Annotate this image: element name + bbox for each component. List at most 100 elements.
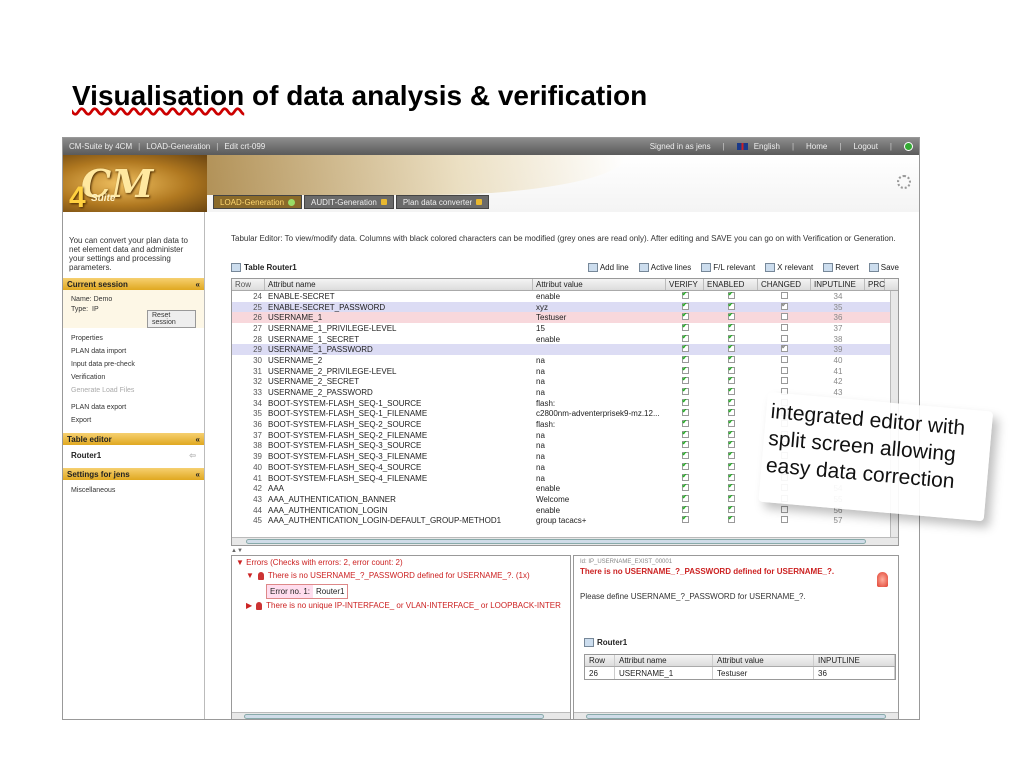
- cell-attribut-value[interactable]: Testuser: [533, 313, 666, 322]
- cell-verify[interactable]: [666, 345, 704, 354]
- cell-attribut-name[interactable]: BOOT-SYSTEM-FLASH_SEQ-2_FILENAME: [265, 431, 533, 440]
- active-lines-button[interactable]: Active lines: [638, 262, 691, 272]
- cell-attribut-name[interactable]: BOOT-SYSTEM-FLASH_SEQ-3_SOURCE: [265, 441, 533, 450]
- nav-properties[interactable]: Properties: [71, 332, 196, 345]
- enabled-checkbox[interactable]: [727, 323, 735, 331]
- cell-verify[interactable]: [666, 473, 704, 483]
- enabled-checkbox[interactable]: [727, 291, 735, 299]
- enabled-checkbox[interactable]: [727, 462, 735, 470]
- cell-verify[interactable]: [666, 409, 704, 418]
- cell-enabled[interactable]: [704, 334, 758, 344]
- cell-attribut-value[interactable]: c2800nm-adventerprisek9-mz.12...: [533, 409, 666, 418]
- nav-export[interactable]: Export: [71, 414, 196, 427]
- error-item-1[interactable]: ▼ There is no USERNAME_?_PASSWORD defined…: [232, 569, 570, 582]
- cell-attribut-name[interactable]: USERNAME_2_SECRET: [265, 377, 533, 386]
- cell-enabled[interactable]: [704, 430, 758, 440]
- cell-attribut-name[interactable]: USERNAME_2_PASSWORD: [265, 388, 533, 397]
- col-inputline[interactable]: INPUTLINE: [814, 655, 895, 666]
- cell-enabled[interactable]: [704, 388, 758, 397]
- scroll-thumb[interactable]: [586, 714, 886, 719]
- cell-attribut-name[interactable]: AAA_AUTHENTICATION_LOGIN: [265, 506, 533, 515]
- changed-checkbox[interactable]: [781, 323, 788, 331]
- nav-verification[interactable]: Verification: [71, 371, 196, 384]
- verify-checkbox[interactable]: [681, 398, 689, 406]
- verify-checkbox[interactable]: [681, 452, 689, 460]
- verify-checkbox[interactable]: [681, 388, 689, 396]
- col-enabled[interactable]: ENABLED: [704, 279, 758, 290]
- cell-attribut-value[interactable]: enable: [533, 484, 666, 493]
- arrow-left-icon[interactable]: ⇦: [189, 451, 196, 460]
- verify-checkbox[interactable]: [681, 291, 689, 299]
- cell-attribut-value[interactable]: na: [533, 388, 666, 397]
- cell-attribut-value[interactable]: na: [533, 367, 666, 376]
- reset-session-button[interactable]: Reset session: [147, 310, 196, 328]
- collapse-arrow-icon[interactable]: ▶: [246, 601, 252, 610]
- cell-verify[interactable]: [666, 494, 704, 504]
- enabled-checkbox[interactable]: [727, 430, 735, 438]
- enabled-checkbox[interactable]: [727, 452, 735, 460]
- cell-changed[interactable]: [758, 313, 811, 322]
- verify-checkbox[interactable]: [681, 441, 689, 449]
- changed-checkbox[interactable]: [781, 505, 788, 513]
- col-prc[interactable]: PRC: [865, 279, 885, 290]
- cell-verify[interactable]: [666, 516, 704, 525]
- cell-attribut-name[interactable]: BOOT-SYSTEM-FLASH_SEQ-1_FILENAME: [265, 409, 533, 418]
- cell-attribut-value[interactable]: enable: [533, 506, 666, 515]
- cell-changed[interactable]: [758, 366, 811, 376]
- cell-enabled[interactable]: [704, 345, 758, 354]
- cell-verify[interactable]: [666, 441, 704, 450]
- cell-enabled[interactable]: [704, 516, 758, 525]
- fl-relevant-button[interactable]: F/L relevant: [701, 262, 755, 272]
- detail-table-row[interactable]: 26 USERNAME_1 Testuser 36: [585, 667, 895, 679]
- table-row[interactable]: 30USERNAME_2na 40: [232, 355, 898, 366]
- verify-checkbox[interactable]: [681, 377, 689, 385]
- cell-enabled[interactable]: [704, 484, 758, 493]
- cell-enabled[interactable]: [704, 462, 758, 472]
- col-attribut-name[interactable]: Attribut name: [265, 279, 533, 290]
- table-row[interactable]: 44AAA_AUTHENTICATION_LOGINenable56: [232, 505, 898, 516]
- enabled-checkbox[interactable]: [727, 484, 735, 492]
- cell-enabled[interactable]: [704, 420, 758, 429]
- cell-attribut-value[interactable]: na: [533, 431, 666, 440]
- col-attribut-value[interactable]: Attribut value: [713, 655, 814, 666]
- cell-attribut-value[interactable]: na: [533, 441, 666, 450]
- cell-attribut-value[interactable]: flash:: [533, 420, 666, 429]
- errors-horizontal-scrollbar[interactable]: [232, 712, 570, 719]
- revert-button[interactable]: Revert: [823, 262, 859, 272]
- cell-verify[interactable]: [666, 313, 704, 322]
- verify-checkbox[interactable]: [681, 484, 689, 492]
- cell-enabled[interactable]: [704, 291, 758, 301]
- changed-checkbox[interactable]: [781, 516, 788, 524]
- cell-verify[interactable]: [666, 505, 704, 515]
- cell-enabled[interactable]: [704, 441, 758, 450]
- topbar-edit[interactable]: Edit crt-099: [224, 142, 265, 151]
- cell-verify[interactable]: [666, 388, 704, 397]
- col-row[interactable]: Row: [585, 655, 615, 666]
- enabled-checkbox[interactable]: [727, 366, 735, 374]
- enabled-checkbox[interactable]: [727, 441, 735, 449]
- error-item-2[interactable]: ▶ There is no unique IP-INTERFACE_ or VLA…: [232, 599, 570, 612]
- table-row[interactable]: 27USERNAME_1_PRIVILEGE-LEVEL15 37: [232, 323, 898, 334]
- cell-attribut-name[interactable]: USERNAME_1_PRIVILEGE-LEVEL: [265, 324, 533, 333]
- verify-checkbox[interactable]: [681, 334, 689, 342]
- changed-checkbox[interactable]: [781, 291, 788, 299]
- topbar-load-generation[interactable]: LOAD-Generation: [146, 142, 210, 151]
- cell-attribut-name[interactable]: USERNAME_1_SECRET: [265, 335, 533, 344]
- changed-checkbox[interactable]: [781, 377, 788, 385]
- cell-changed[interactable]: [758, 505, 811, 515]
- enabled-checkbox[interactable]: [727, 494, 735, 502]
- home-link[interactable]: Home: [806, 142, 827, 151]
- tab-load-generation[interactable]: LOAD-Generation: [213, 195, 303, 209]
- col-attribut-name[interactable]: Attribut name: [615, 655, 713, 666]
- table-row[interactable]: 45 AAA_AUTHENTICATION_LOGIN-DEFAULT_GROUP…: [232, 515, 898, 526]
- errors-header[interactable]: ▼ Errors (Checks with errors: 2, error c…: [232, 556, 570, 569]
- save-button[interactable]: Save: [868, 262, 899, 272]
- cell-enabled[interactable]: [704, 398, 758, 408]
- cell-attribut-name[interactable]: USERNAME_1_PASSWORD: [265, 345, 533, 354]
- col-attribut-value[interactable]: Attribut value: [533, 279, 666, 290]
- enabled-checkbox[interactable]: [727, 313, 735, 321]
- scroll-thumb[interactable]: [244, 714, 544, 719]
- changed-checkbox[interactable]: [781, 355, 788, 363]
- cell-enabled[interactable]: [704, 377, 758, 386]
- x-relevant-button[interactable]: X relevant: [765, 262, 813, 272]
